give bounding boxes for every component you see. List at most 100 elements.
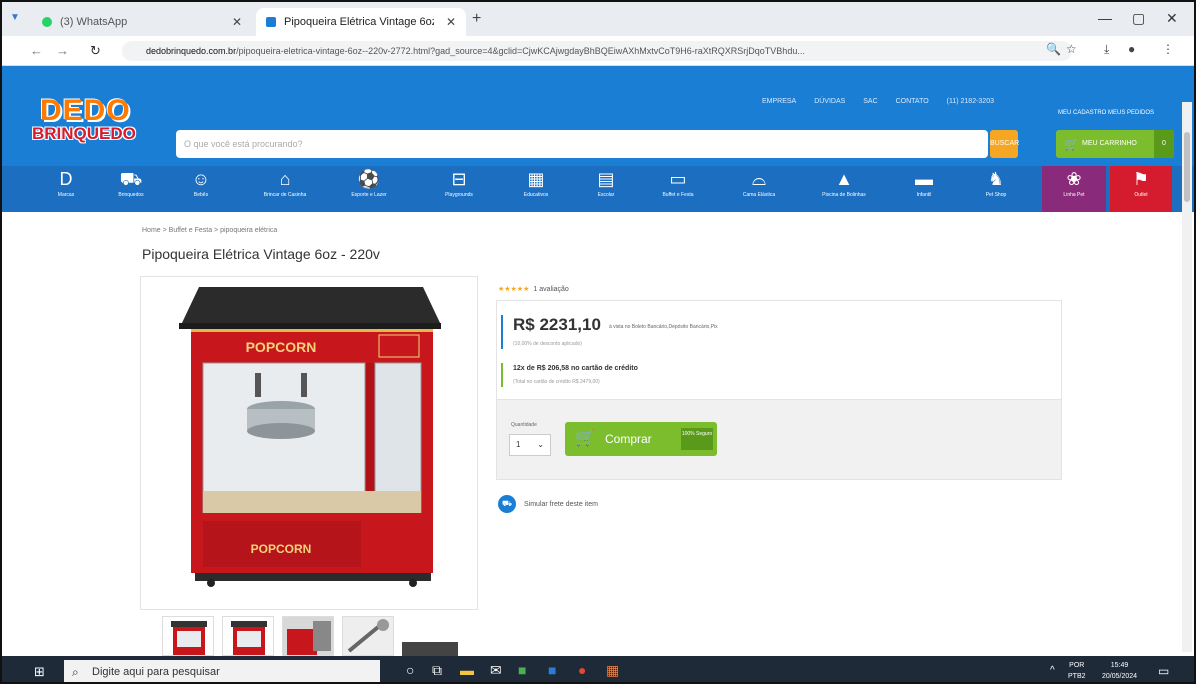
category-item[interactable]: ▲ Piscina de Bolinhas bbox=[814, 166, 874, 212]
category-label: Outlet bbox=[1134, 192, 1148, 198]
secure-badge: 100% Seguro bbox=[681, 428, 713, 450]
category-item[interactable]: ☺ Bebês bbox=[178, 166, 224, 212]
shipping-simulator[interactable]: ⛟ Simular frete deste item bbox=[498, 495, 598, 513]
search-input[interactable]: O que você está procurando? bbox=[176, 130, 988, 158]
cart-button[interactable]: 🛒 MEU CARRINHO 0 bbox=[1056, 130, 1174, 158]
page-icon bbox=[266, 17, 276, 27]
close-icon[interactable]: ✕ bbox=[232, 15, 242, 29]
phone-number[interactable]: (11) 2182-3203 bbox=[947, 98, 994, 105]
tab-whatsapp[interactable]: (3) WhatsApp ✕ bbox=[32, 8, 252, 36]
link-duvidas[interactable]: DÚVIDAS bbox=[814, 98, 845, 105]
price-box: R$ 2231,10 à vista no Boleto Bancário,De… bbox=[496, 300, 1062, 400]
category-icon: ⌓ bbox=[751, 169, 767, 189]
bookmark-star-icon[interactable]: ☆ bbox=[1066, 42, 1077, 56]
category-icon: ⊟ bbox=[451, 169, 467, 189]
category-item[interactable]: D Marcas bbox=[42, 166, 90, 212]
category-item[interactable]: ⊟ Playgrounds bbox=[432, 166, 486, 212]
category-item[interactable]: ❀ Linha Pet bbox=[1042, 166, 1106, 212]
category-label: Pet Shop bbox=[985, 192, 1007, 198]
product-rating[interactable]: ★★★★★ 1 avaliação bbox=[498, 285, 569, 293]
thumbnail-image bbox=[231, 621, 267, 655]
menu-icon[interactable]: ⋮ bbox=[1162, 42, 1174, 56]
category-item[interactable]: ⌓ Cama Elástica bbox=[732, 166, 786, 212]
thumbnail-image bbox=[283, 617, 333, 655]
category-item[interactable]: ▭ Buffet e Festa bbox=[650, 166, 706, 212]
category-icon: ▬ bbox=[915, 169, 933, 189]
tab-search-icon[interactable]: ▼ bbox=[10, 12, 20, 23]
buy-button[interactable]: 🛒 Comprar 100% Seguro bbox=[565, 422, 717, 456]
clock[interactable]: 15:49 20/05/2024 bbox=[1102, 660, 1137, 682]
rating-count: 1 avaliação bbox=[533, 286, 569, 293]
taskbar-search-placeholder: Digite aqui para pesquisar bbox=[92, 666, 220, 678]
tab-product[interactable]: Pipoqueira Elétrica Vintage 6oz ✕ bbox=[256, 8, 466, 36]
category-icon: ▤ bbox=[597, 169, 615, 189]
rating-stars: ★★★★★ bbox=[498, 286, 530, 293]
category-item[interactable]: ▤ Escolar bbox=[584, 166, 628, 212]
app-icon[interactable]: ■ bbox=[518, 662, 526, 678]
category-icon: ⚑ bbox=[1132, 169, 1150, 189]
popcorn-sign-bottom: POPCORN bbox=[251, 542, 312, 556]
account-links[interactable]: MEU CADASTRO MEUS PEDIDOS bbox=[1058, 110, 1154, 116]
buy-button-label: Comprar bbox=[605, 432, 652, 446]
zoom-icon[interactable]: 🔍 bbox=[1046, 42, 1061, 56]
category-icon: ❀ bbox=[1066, 169, 1082, 189]
quantity-select[interactable]: 1 ⌄ bbox=[509, 434, 551, 456]
product-thumbnail[interactable] bbox=[222, 616, 274, 656]
new-tab-icon[interactable]: + bbox=[472, 10, 481, 28]
link-contato[interactable]: CONTATO bbox=[896, 98, 929, 105]
tray-chevron-icon[interactable]: ^ bbox=[1050, 665, 1055, 676]
address-bar: ← → ↻ dedobrinquedo.com.br/pipoqueira-el… bbox=[2, 36, 1194, 66]
search-button[interactable]: BUSCAR bbox=[990, 130, 1019, 158]
cortana-icon[interactable]: ○ bbox=[406, 662, 414, 678]
close-window-icon[interactable]: ✕ bbox=[1166, 10, 1178, 27]
category-item[interactable]: ⚑ Outlet bbox=[1110, 166, 1172, 212]
buy-box: Quantidade 1 ⌄ 🛒 Comprar 100% Seguro bbox=[496, 400, 1062, 480]
tab-label: (3) WhatsApp bbox=[60, 16, 128, 28]
product-image[interactable]: POPCORN POPCORN bbox=[140, 276, 478, 610]
word-icon[interactable]: ■ bbox=[548, 662, 556, 678]
price-payment-note: à vista no Boleto Bancário,Depósito Banc… bbox=[609, 324, 718, 330]
product-thumbnail[interactable] bbox=[282, 616, 334, 656]
category-item[interactable]: ♞ Pet Shop bbox=[972, 166, 1020, 212]
file-explorer-icon[interactable]: ▬ bbox=[460, 662, 474, 678]
cart-icon: 🛒 bbox=[1064, 137, 1079, 151]
chrome-icon[interactable]: ● bbox=[578, 662, 586, 678]
task-view-icon[interactable]: ⧉ bbox=[432, 662, 442, 679]
category-item[interactable]: ⌂ Brincar de Casinha bbox=[252, 166, 318, 212]
app-icon[interactable]: ▦ bbox=[606, 662, 619, 679]
close-icon[interactable]: ✕ bbox=[446, 15, 456, 29]
maximize-icon[interactable]: ▢ bbox=[1132, 10, 1145, 27]
url-input[interactable]: dedobrinquedo.com.br/pipoqueira-eletrica… bbox=[122, 41, 1072, 61]
page-scrollbar[interactable] bbox=[1182, 102, 1192, 652]
category-label: Buffet e Festa bbox=[662, 192, 694, 198]
link-sac[interactable]: SAC bbox=[863, 98, 877, 105]
category-item[interactable]: ⛟ Brinquedos bbox=[106, 166, 156, 212]
chevron-down-icon: ⌄ bbox=[537, 440, 544, 449]
back-icon[interactable]: ← bbox=[30, 43, 43, 58]
site-logo[interactable]: DEDO BRINQUEDO bbox=[32, 94, 152, 154]
mail-icon[interactable]: ✉ bbox=[490, 662, 502, 679]
product-thumbnail[interactable] bbox=[162, 616, 214, 656]
breadcrumb[interactable]: Home > Buffet e Festa > pipoqueira elétr… bbox=[142, 227, 277, 234]
installments-text: 12x de R$ 206,58 no cartão de crédito bbox=[513, 365, 638, 372]
link-empresa[interactable]: EMPRESA bbox=[762, 98, 796, 105]
category-label: Infantil bbox=[916, 192, 932, 198]
notifications-icon[interactable]: ▭ bbox=[1158, 664, 1169, 678]
discount-note: (10,00% de desconto aplicado) bbox=[513, 341, 582, 347]
profile-icon[interactable]: ● bbox=[1128, 42, 1135, 56]
popcorn-sign-top: POPCORN bbox=[246, 339, 317, 355]
language-indicator[interactable]: POR PTB2 bbox=[1068, 660, 1086, 682]
category-item[interactable]: ▦ Educativos bbox=[512, 166, 560, 212]
forward-icon[interactable]: → bbox=[56, 43, 69, 58]
reload-icon[interactable]: ↻ bbox=[90, 43, 101, 59]
category-item[interactable]: ▬ Infantil bbox=[902, 166, 946, 212]
minimize-icon[interactable]: — bbox=[1098, 10, 1112, 26]
category-item[interactable]: ⚽ Esporte e Lazer bbox=[340, 166, 398, 212]
product-thumbnail[interactable] bbox=[342, 616, 394, 656]
download-icon[interactable]: ⤓ bbox=[1104, 42, 1109, 57]
taskbar-search-input[interactable]: ⌕ Digite aqui para pesquisar bbox=[64, 660, 380, 682]
scrollbar-thumb[interactable] bbox=[1184, 132, 1190, 202]
windows-start-icon[interactable]: ⊞ bbox=[34, 664, 45, 680]
browser-tabbar: ▼ (3) WhatsApp ✕ Pipoqueira Elétrica Vin… bbox=[2, 2, 1194, 36]
search-icon: ⌕ bbox=[72, 665, 79, 679]
